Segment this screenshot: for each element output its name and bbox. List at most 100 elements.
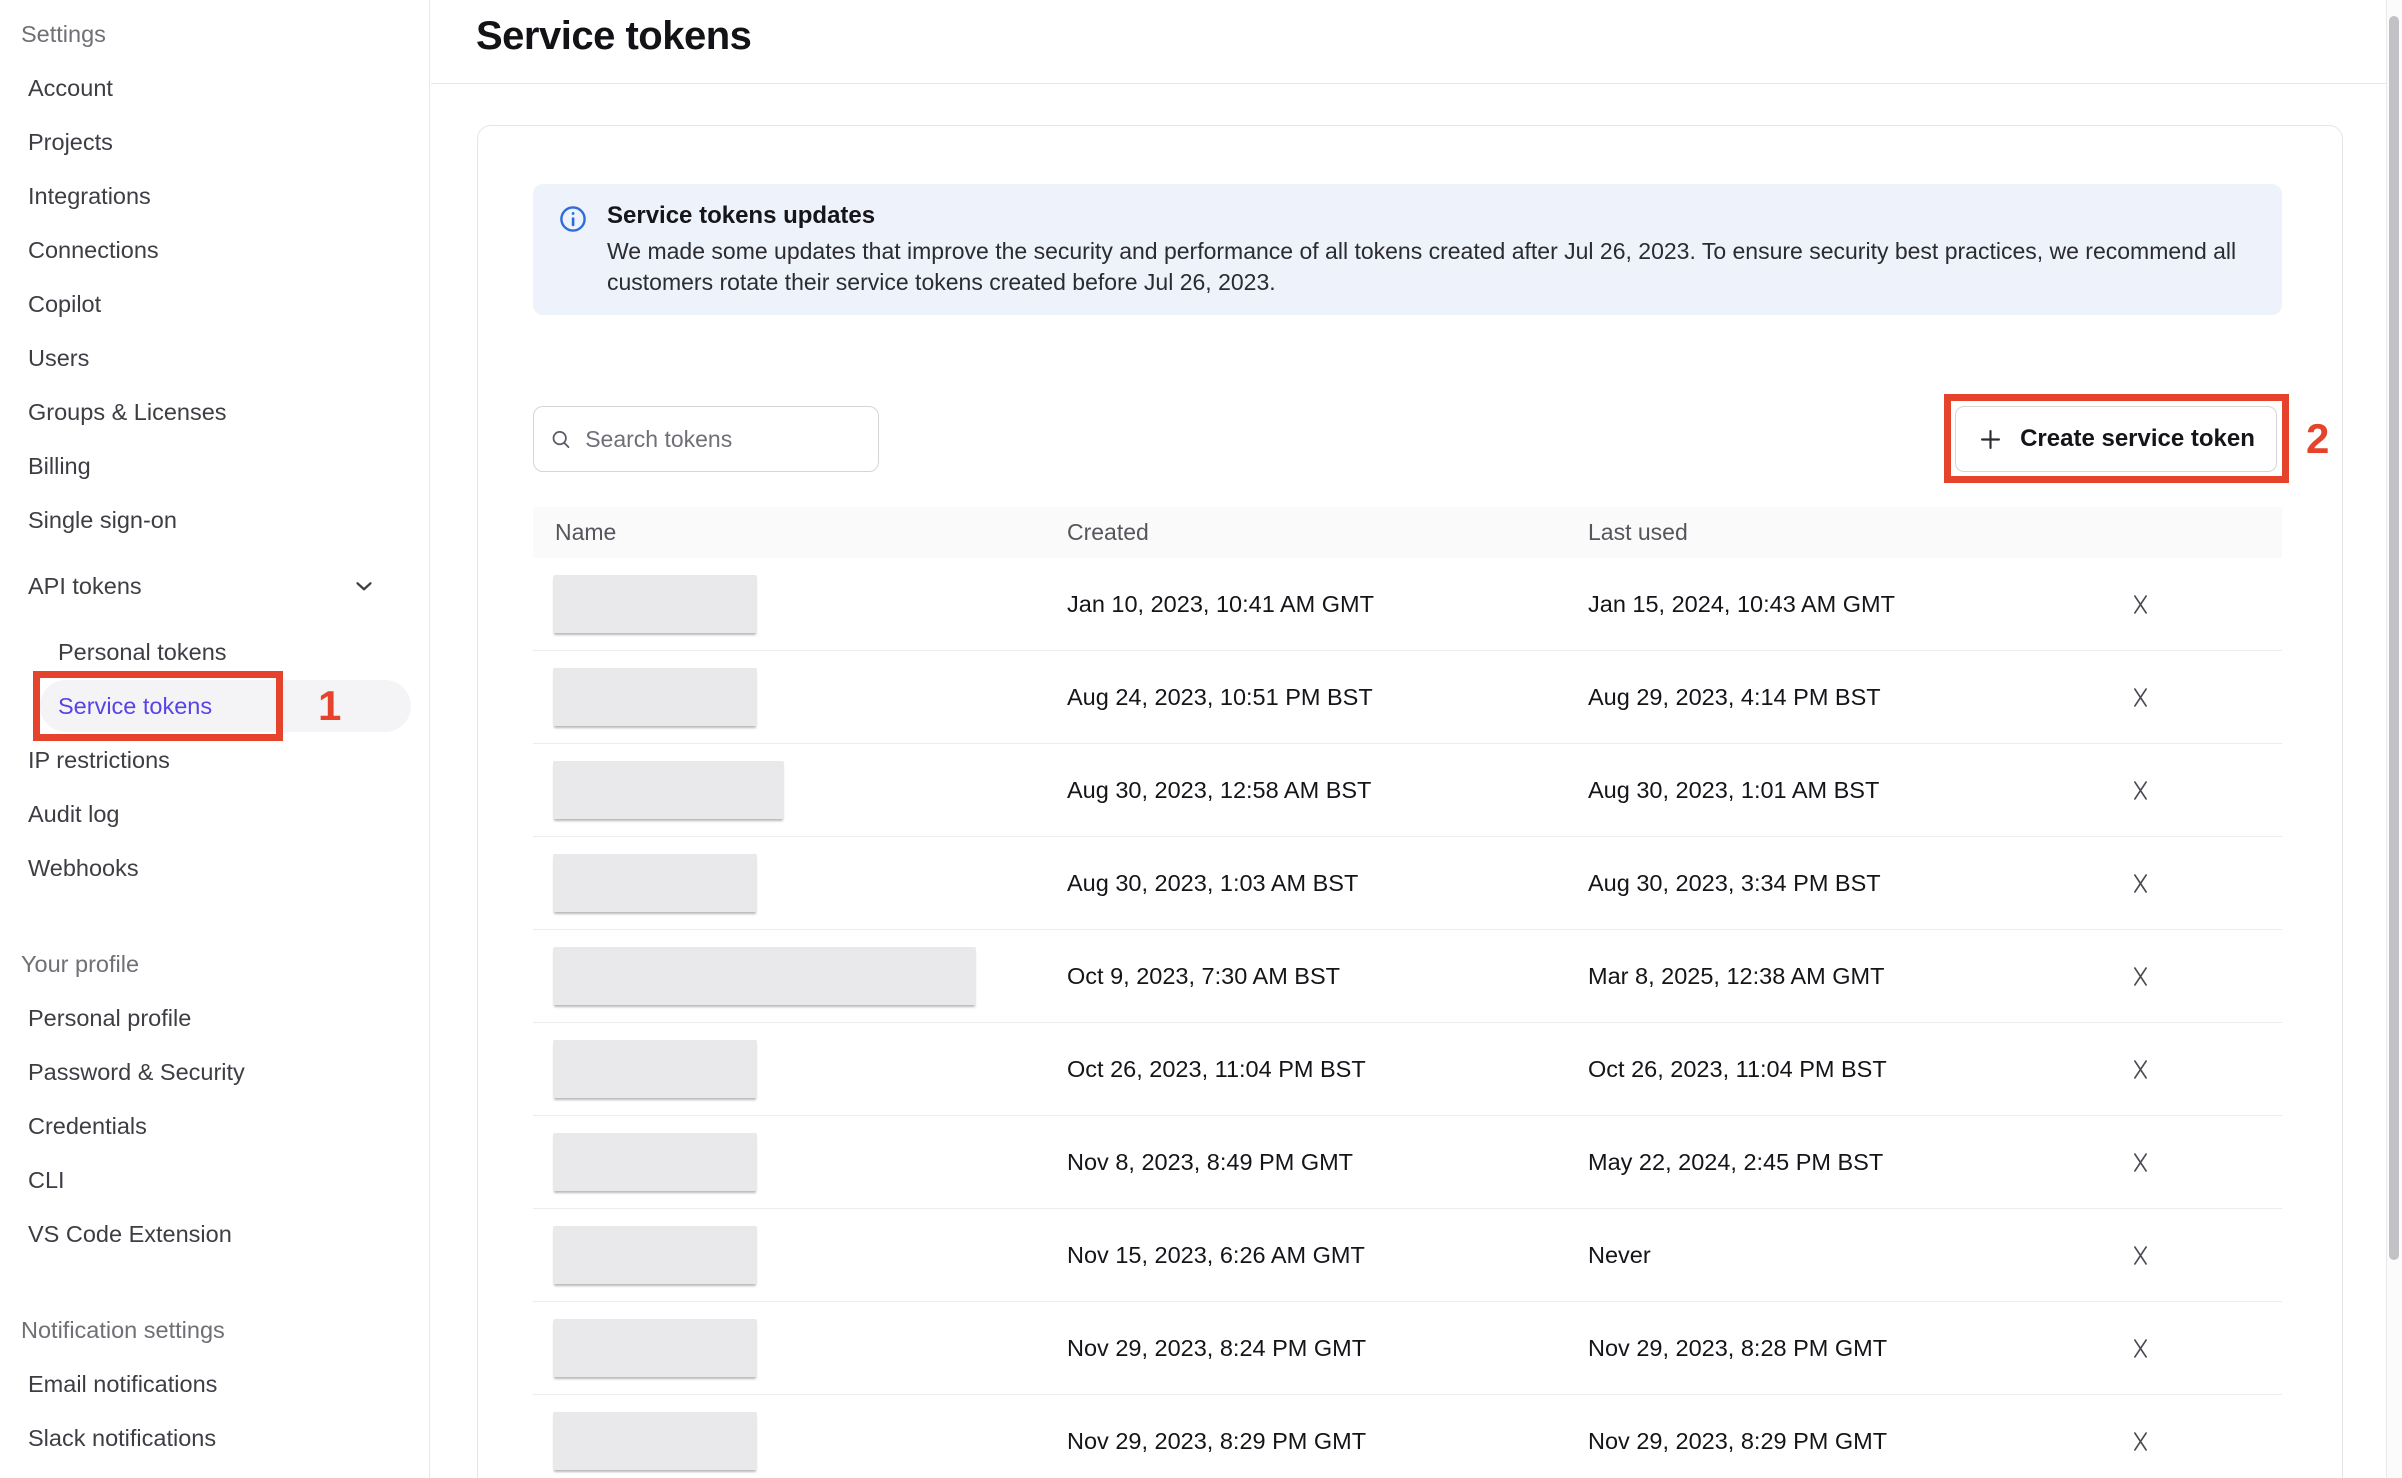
sidebar-item-password-security[interactable]: Password & Security [0, 1045, 429, 1099]
token-name-redacted [553, 668, 757, 726]
search-tokens-input[interactable] [585, 426, 862, 453]
sidebar-section-your-profile: Your profile [0, 937, 429, 991]
token-created: Aug 30, 2023, 1:03 AM BST [1067, 870, 1588, 897]
token-created: Oct 9, 2023, 7:30 AM BST [1067, 963, 1588, 990]
token-name-redacted [553, 854, 757, 912]
delete-token-button[interactable] [2123, 1052, 2158, 1087]
sidebar-section-notification-settings: Notification settings [0, 1303, 429, 1357]
sidebar-item-email-notifications[interactable]: Email notifications [0, 1357, 429, 1411]
page-scrollbar[interactable] [2386, 0, 2402, 1478]
delete-token-button[interactable] [2123, 1424, 2158, 1459]
delete-token-icon [2127, 870, 2154, 897]
token-name-redacted [553, 1133, 757, 1191]
token-last-used: Aug 30, 2023, 1:01 AM BST [1588, 777, 2064, 804]
delete-token-button[interactable] [2123, 1331, 2158, 1366]
token-created: Nov 29, 2023, 8:29 PM GMT [1067, 1428, 1588, 1455]
sidebar-item-copilot[interactable]: Copilot [0, 277, 429, 331]
page-title: Service tokens [476, 14, 751, 59]
token-last-used: Nov 29, 2023, 8:28 PM GMT [1588, 1335, 2064, 1362]
main-content: Service tokens Service tokens updates We… [431, 0, 2402, 1478]
info-banner: Service tokens updates We made some upda… [533, 184, 2282, 315]
token-row: Jan 10, 2023, 10:41 AM GMT Jan 15, 2024,… [533, 558, 2282, 651]
delete-token-icon [2127, 1056, 2154, 1083]
token-row: Aug 30, 2023, 1:03 AM BST Aug 30, 2023, … [533, 837, 2282, 930]
scrollbar-thumb[interactable] [2389, 16, 2399, 1260]
column-header-name: Name [533, 519, 1067, 546]
plus-icon [1977, 426, 2004, 453]
create-service-token-button[interactable]: Create service token [1955, 406, 2277, 472]
token-row: Nov 29, 2023, 8:29 PM GMT Nov 29, 2023, … [533, 1395, 2282, 1478]
token-last-used: Jan 15, 2024, 10:43 AM GMT [1588, 591, 2064, 618]
delete-token-icon [2127, 1428, 2154, 1455]
token-name-redacted [553, 1412, 757, 1470]
delete-token-icon [2127, 1335, 2154, 1362]
annotation-step-2: 2 [2306, 415, 2329, 463]
sidebar-section-settings: Settings [0, 7, 429, 61]
token-created: Oct 26, 2023, 11:04 PM BST [1067, 1056, 1588, 1083]
sidebar-item-slack-notifications[interactable]: Slack notifications [0, 1411, 429, 1465]
token-last-used: Aug 30, 2023, 3:34 PM BST [1588, 870, 2064, 897]
token-name-redacted [553, 947, 976, 1005]
sidebar-item-projects[interactable]: Projects [0, 115, 429, 169]
sidebar-item-ip-restrictions[interactable]: IP restrictions [0, 733, 429, 787]
token-row: Nov 15, 2023, 6:26 AM GMT Never [533, 1209, 2282, 1302]
sidebar-item-groups-licenses[interactable]: Groups & Licenses [0, 385, 429, 439]
delete-token-icon [2127, 777, 2154, 804]
token-last-used: Aug 29, 2023, 4:14 PM BST [1588, 684, 2064, 711]
sidebar-item-integrations[interactable]: Integrations [0, 169, 429, 223]
sidebar-item-account[interactable]: Account [0, 61, 429, 115]
sidebar-item-single-sign-on[interactable]: Single sign-on [0, 493, 429, 547]
token-row: Oct 26, 2023, 11:04 PM BST Oct 26, 2023,… [533, 1023, 2282, 1116]
token-row: Aug 24, 2023, 10:51 PM BST Aug 29, 2023,… [533, 651, 2282, 744]
column-header-last-used: Last used [1588, 519, 2064, 546]
token-created: Aug 30, 2023, 12:58 AM BST [1067, 777, 1588, 804]
sidebar-item-service-tokens[interactable]: Service tokens 1 [0, 679, 429, 733]
token-row: Nov 8, 2023, 8:49 PM GMT May 22, 2024, 2… [533, 1116, 2282, 1209]
delete-token-icon [2127, 1242, 2154, 1269]
token-created: Nov 8, 2023, 8:49 PM GMT [1067, 1149, 1588, 1176]
delete-token-button[interactable] [2123, 866, 2158, 901]
token-name-redacted [553, 575, 757, 633]
token-row: Nov 29, 2023, 8:24 PM GMT Nov 29, 2023, … [533, 1302, 2282, 1395]
sidebar-item-users[interactable]: Users [0, 331, 429, 385]
delete-token-icon [2127, 684, 2154, 711]
title-divider [431, 83, 2402, 84]
page: Settings Account Projects Integrations C… [0, 0, 2402, 1478]
table-header: Name Created Last used [533, 507, 2282, 558]
delete-token-button[interactable] [2123, 773, 2158, 808]
sidebar-item-audit-log[interactable]: Audit log [0, 787, 429, 841]
token-name-redacted [553, 1319, 757, 1377]
delete-token-button[interactable] [2123, 1145, 2158, 1180]
token-created: Jan 10, 2023, 10:41 AM GMT [1067, 591, 1588, 618]
sidebar-item-credentials[interactable]: Credentials [0, 1099, 429, 1153]
create-service-token-label: Create service token [2020, 425, 2255, 453]
sidebar-item-connections[interactable]: Connections [0, 223, 429, 277]
token-created: Nov 15, 2023, 6:26 AM GMT [1067, 1242, 1588, 1269]
delete-token-button[interactable] [2123, 680, 2158, 715]
delete-token-button[interactable] [2123, 959, 2158, 994]
sidebar-item-personal-tokens[interactable]: Personal tokens [0, 625, 429, 679]
token-last-used: Oct 26, 2023, 11:04 PM BST [1588, 1056, 2064, 1083]
sidebar-item-api-tokens[interactable]: API tokens [0, 559, 429, 613]
sidebar-item-personal-profile[interactable]: Personal profile [0, 991, 429, 1045]
token-last-used: Mar 8, 2025, 12:38 AM GMT [1588, 963, 2064, 990]
delete-token-button[interactable] [2123, 587, 2158, 622]
sidebar-item-vs-code-extension[interactable]: VS Code Extension [0, 1207, 429, 1261]
toolbar: Create service token 2 [533, 406, 2282, 472]
token-created: Nov 29, 2023, 8:24 PM GMT [1067, 1335, 1588, 1362]
delete-token-icon [2127, 591, 2154, 618]
create-service-token-area: Create service token 2 [1955, 406, 2277, 472]
sidebar-item-webhooks[interactable]: Webhooks [0, 841, 429, 895]
sidebar-item-billing[interactable]: Billing [0, 439, 429, 493]
token-created: Aug 24, 2023, 10:51 PM BST [1067, 684, 1588, 711]
service-tokens-table: Name Created Last used Jan 10, 2023, 10:… [533, 507, 2282, 1478]
sidebar-item-cli[interactable]: CLI [0, 1153, 429, 1207]
chevron-down-icon [351, 573, 377, 599]
service-tokens-card: Service tokens updates We made some upda… [477, 125, 2343, 1478]
token-last-used: May 22, 2024, 2:45 PM BST [1588, 1149, 2064, 1176]
search-tokens-field[interactable] [533, 406, 879, 472]
delete-token-button[interactable] [2123, 1238, 2158, 1273]
search-icon [550, 427, 572, 452]
info-icon [559, 205, 587, 233]
delete-token-icon [2127, 963, 2154, 990]
